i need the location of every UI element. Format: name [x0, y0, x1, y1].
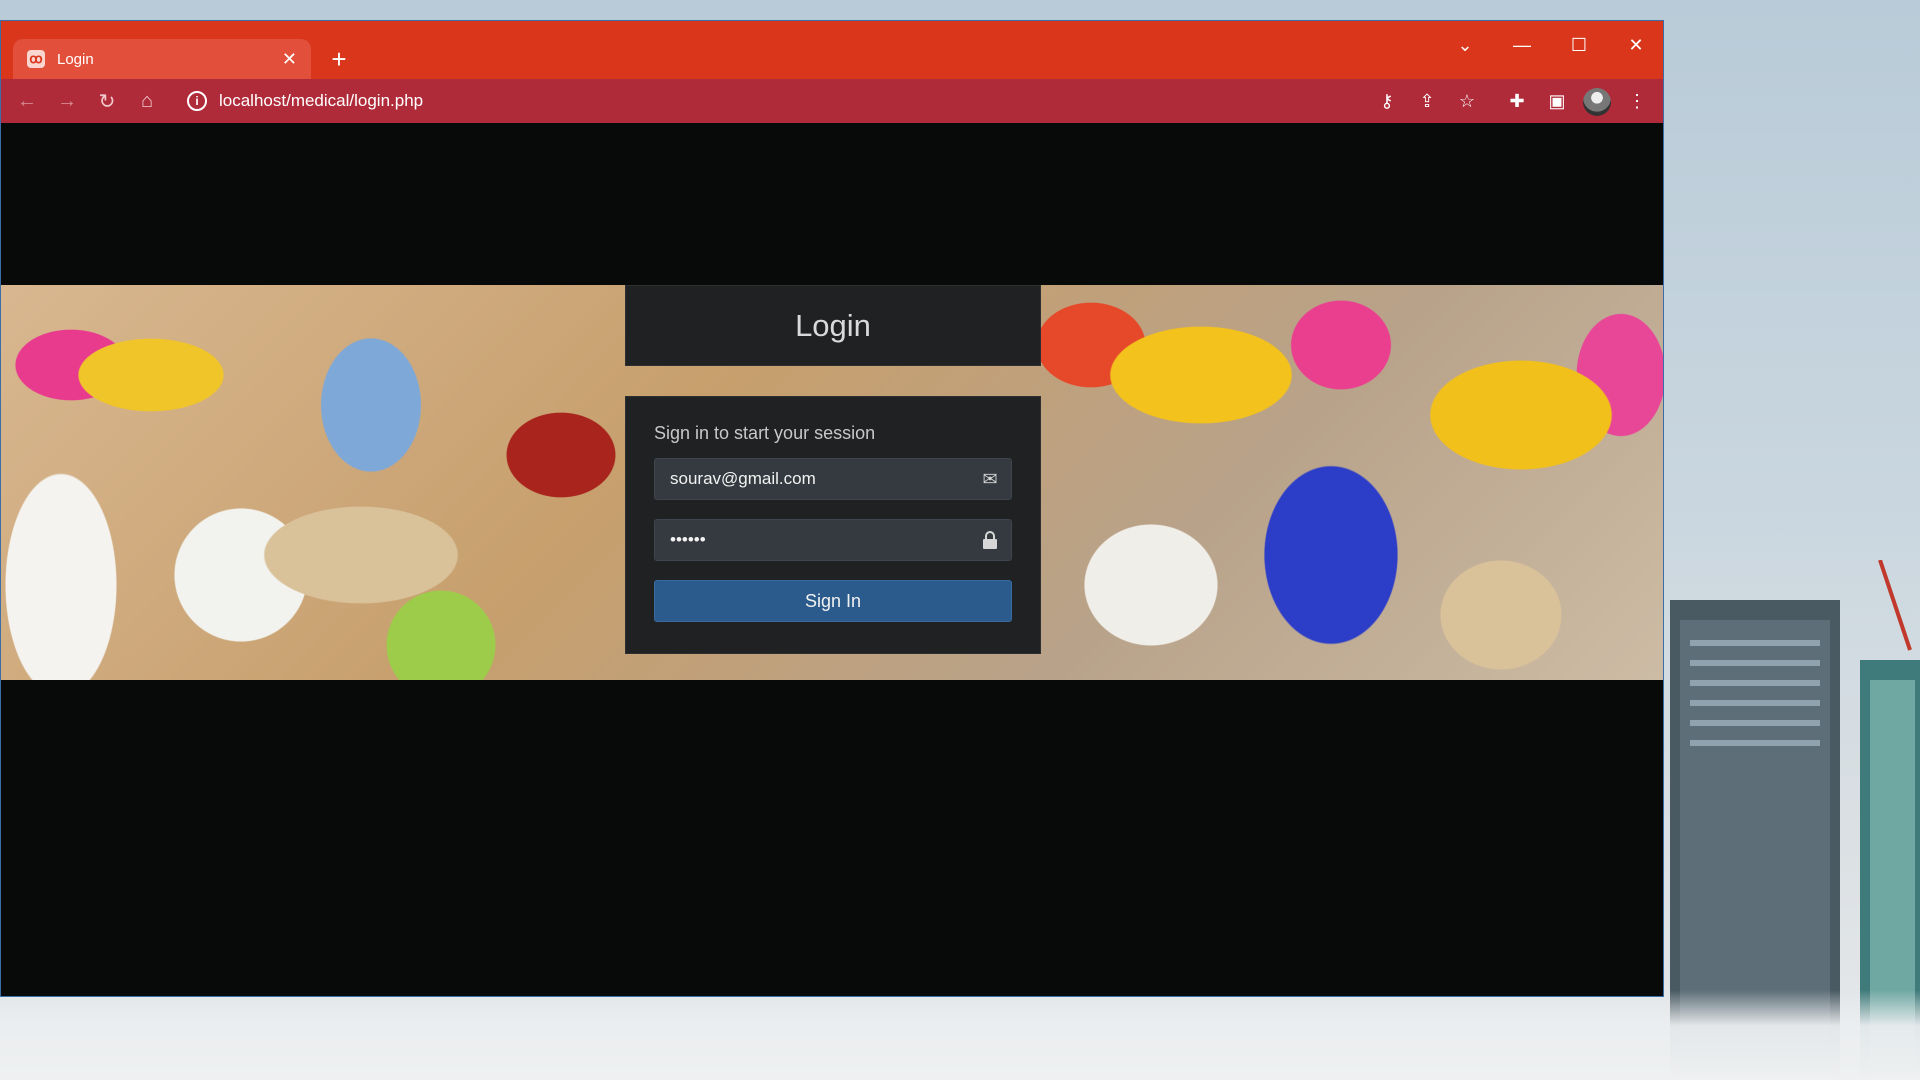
- chevron-down-icon[interactable]: ⌄: [1437, 27, 1493, 63]
- url-text[interactable]: localhost/medical/login.php: [219, 91, 423, 111]
- info-icon[interactable]: i: [187, 91, 207, 111]
- login-card: Sign in to start your session ✉ Sign In: [625, 396, 1041, 654]
- tab-bar: ꝏ Login ✕ + ⌄ — ☐ ✕: [1, 21, 1663, 79]
- password-input[interactable]: [655, 530, 975, 550]
- wallpaper-fog: [0, 990, 1920, 1080]
- plus-icon[interactable]: +: [323, 43, 355, 75]
- browser-window: ꝏ Login ✕ + ⌄ — ☐ ✕ ← → ↻ ⌂ i localhost/…: [0, 20, 1664, 997]
- xampp-icon: ꝏ: [27, 50, 45, 68]
- login-box: Login Sign in to start your session ✉ Si…: [625, 285, 1041, 654]
- page-content: Login Sign in to start your session ✉ Si…: [1, 123, 1663, 996]
- side-panel-icon[interactable]: ▣: [1541, 85, 1573, 117]
- minimize-icon[interactable]: —: [1494, 27, 1550, 63]
- close-icon[interactable]: ✕: [1608, 27, 1663, 63]
- lock-icon: [979, 529, 1001, 551]
- maximize-icon[interactable]: ☐: [1551, 27, 1607, 63]
- login-message: Sign in to start your session: [654, 423, 876, 443]
- email-input[interactable]: [655, 469, 975, 489]
- password-field: [654, 519, 1012, 561]
- tab-title: Login: [57, 50, 94, 68]
- browser-toolbar: ← → ↻ ⌂ i localhost/medical/login.php ⚷ …: [1, 79, 1663, 123]
- home-icon[interactable]: ⌂: [131, 85, 163, 117]
- close-icon[interactable]: ✕: [282, 49, 297, 70]
- share-icon[interactable]: ⇪: [1411, 85, 1443, 117]
- envelope-icon: ✉: [982, 468, 998, 489]
- star-icon[interactable]: ☆: [1451, 85, 1483, 117]
- avatar[interactable]: [1583, 88, 1611, 116]
- tab-login[interactable]: ꝏ Login ✕: [13, 39, 311, 79]
- key-icon[interactable]: ⚷: [1371, 85, 1403, 117]
- back-arrow-icon[interactable]: ←: [11, 85, 43, 117]
- forward-arrow-icon[interactable]: →: [51, 85, 83, 117]
- email-field: ✉: [654, 458, 1012, 500]
- reload-icon[interactable]: ↻: [91, 85, 123, 117]
- more-menu-icon[interactable]: ⋮: [1621, 85, 1653, 117]
- sign-in-button[interactable]: Sign In: [654, 580, 1012, 622]
- extensions-icon[interactable]: ✚: [1501, 85, 1533, 117]
- address-bar[interactable]: i localhost/medical/login.php: [177, 83, 1487, 119]
- login-title: Login: [625, 285, 1041, 366]
